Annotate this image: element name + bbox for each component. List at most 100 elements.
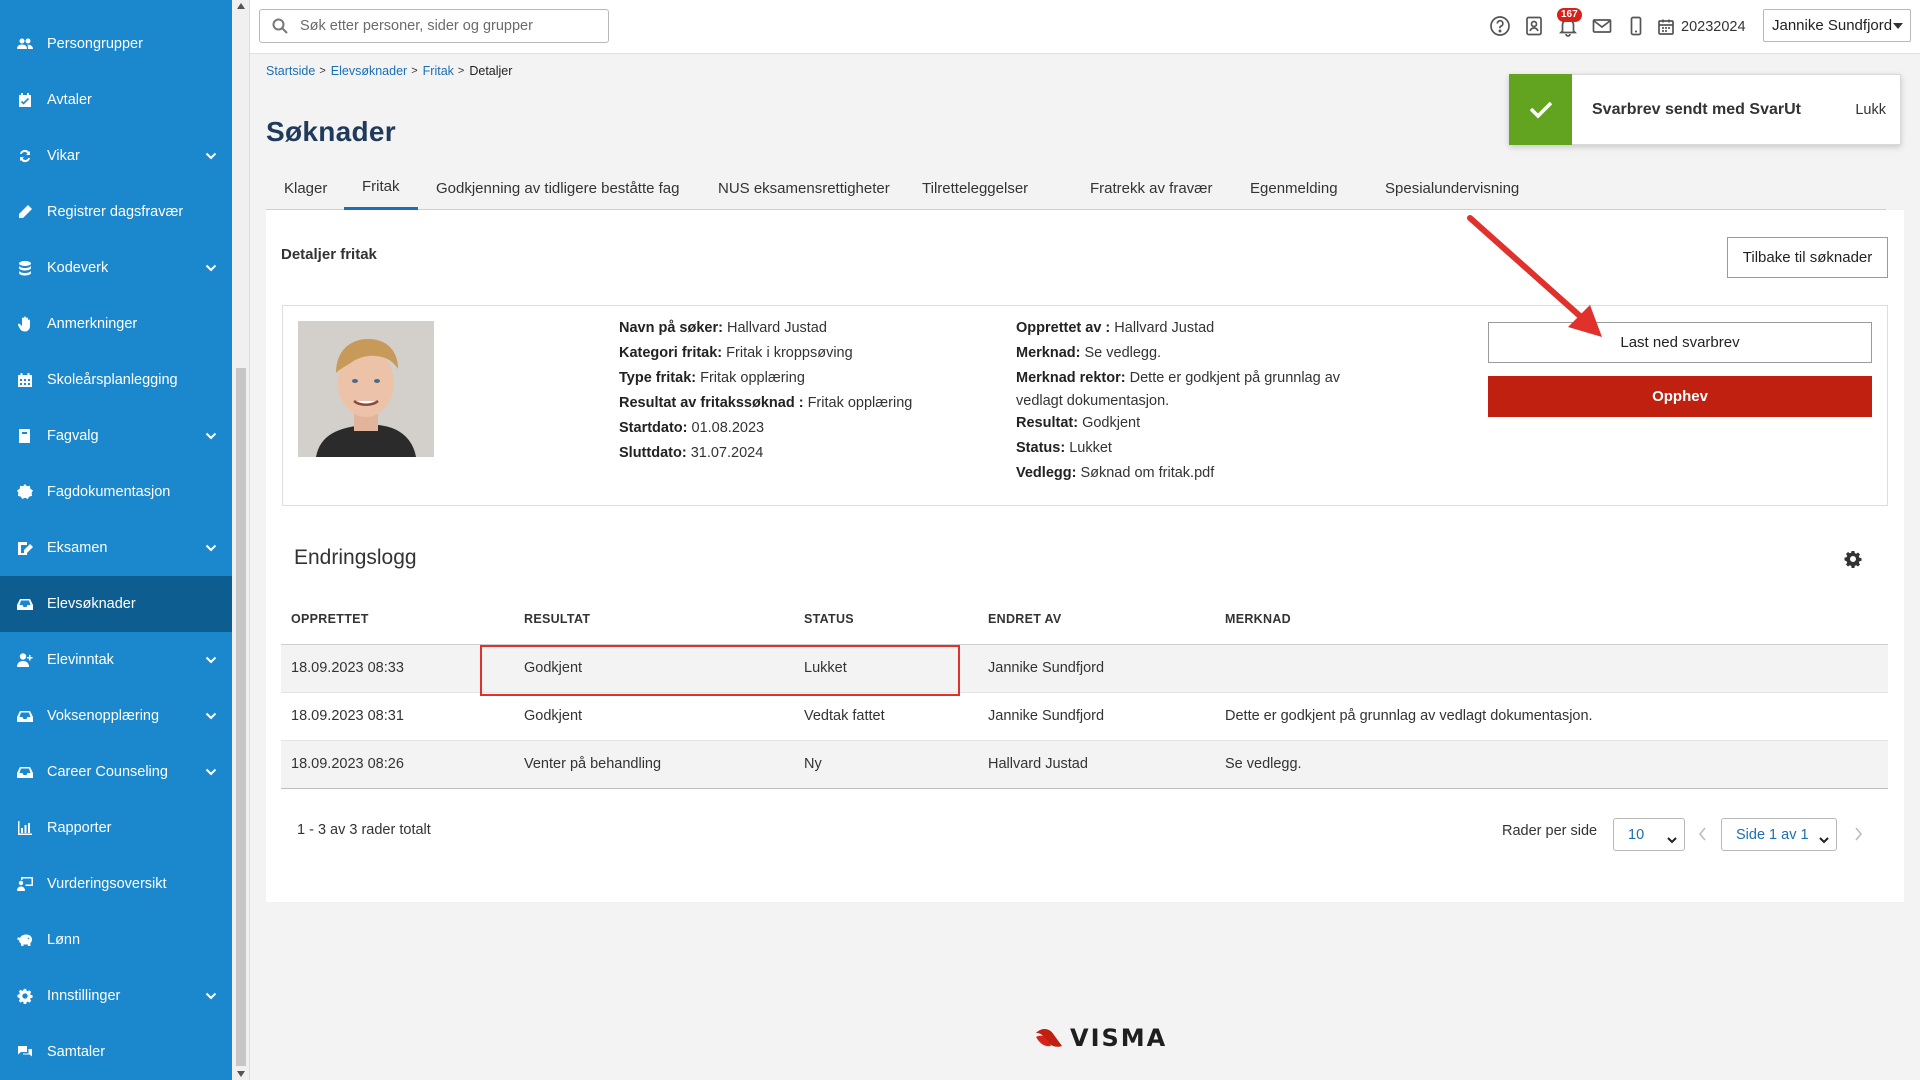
end-date-key: Sluttdato: — [619, 445, 687, 461]
result-key: Resultat: — [1016, 415, 1079, 431]
toast-message: Svarbrev sendt med SvarUt — [1592, 100, 1801, 118]
school-year-label: 20232024 — [1681, 19, 1746, 35]
tab-klager[interactable]: Klager — [266, 166, 345, 210]
col-note[interactable]: MERKNAD — [1215, 594, 1888, 645]
sidebar-item-fagdokumentasjon[interactable]: Fagdokumentasjon — [0, 464, 232, 520]
badge-icon — [16, 483, 34, 501]
chevron-down-icon[interactable] — [204, 261, 218, 275]
chevron-down-icon[interactable] — [204, 149, 218, 163]
sidebar-item-samtaler[interactable]: Samtaler — [0, 1024, 232, 1080]
col-status[interactable]: STATUS — [794, 594, 978, 645]
sidebar-item-label: Registrer dagsfravær — [47, 204, 184, 220]
search-input[interactable] — [300, 18, 590, 34]
chevron-down-icon[interactable] — [204, 429, 218, 443]
scroll-down-icon[interactable] — [237, 1071, 245, 1077]
sidebar-item-eksamen[interactable]: Eksamen — [0, 520, 232, 576]
toast-close-button[interactable]: Lukk — [1855, 102, 1886, 118]
sidebar-item-skoleårsplanlegging[interactable]: Skoleårsplanlegging — [0, 352, 232, 408]
sidebar-item-lønn[interactable]: Lønn — [0, 912, 232, 968]
sidebar-item-persongrupper[interactable]: Persongrupper — [0, 16, 232, 72]
help-icon[interactable] — [1488, 14, 1512, 38]
sidebar: Persongrupper Avtaler Vikar Registrer dagsf… — [0, 0, 232, 1080]
breadcrumb-link-fritak[interactable]: Fritak — [423, 64, 454, 78]
user-menu-button[interactable]: Jannike Sundfjord — [1763, 9, 1911, 42]
tab-egenmelding[interactable]: Egenmelding — [1232, 166, 1356, 210]
edit-doc-icon — [16, 539, 34, 557]
chevron-down-icon[interactable] — [204, 541, 218, 555]
chevron-down-icon[interactable] — [204, 989, 218, 1003]
start-date-value: 01.08.2023 — [691, 420, 765, 436]
sidebar-item-kodeverk[interactable]: Kodeverk — [0, 240, 232, 296]
sidebar-scrollbar[interactable] — [232, 0, 250, 1080]
sidebar-item-avtaler[interactable]: Avtaler — [0, 72, 232, 128]
chevron-down-icon[interactable] — [204, 709, 218, 723]
cell-status: Vedtak fattet — [794, 692, 978, 741]
sidebar-item-label: Vikar — [47, 148, 80, 164]
mail-icon[interactable] — [1590, 14, 1614, 38]
attachment-value[interactable]: Søknad om fritak.pdf — [1080, 465, 1214, 481]
book-icon — [16, 427, 34, 445]
back-to-applications-button[interactable]: Tilbake til søknader — [1727, 237, 1888, 278]
contact-card-icon[interactable] — [1522, 14, 1546, 38]
search-box[interactable] — [259, 9, 609, 43]
type-value: Fritak opplæring — [700, 370, 805, 386]
sidebar-item-label: Avtaler — [47, 92, 92, 108]
rows-per-page-select[interactable]: 10 — [1613, 818, 1685, 851]
col-result[interactable]: RESULTAT — [514, 594, 794, 645]
table-row[interactable]: 18.09.2023 08:26 Venter på behandling Ny… — [281, 740, 1888, 789]
tab-spesialundervisning[interactable]: Spesialundervisning — [1367, 166, 1537, 210]
sidebar-item-anmerkninger[interactable]: Anmerkninger — [0, 296, 232, 352]
note-key: Merknad: — [1016, 345, 1081, 361]
cell-created: 18.09.2023 08:26 — [281, 740, 514, 789]
status-key: Status: — [1016, 440, 1066, 456]
tab-nus-eksamensrettigheter[interactable]: NUS eksamensrettigheter — [700, 166, 908, 210]
applicant-name-key: Navn på søker: — [619, 320, 723, 336]
sidebar-item-fagvalg[interactable]: Fagvalg — [0, 408, 232, 464]
sidebar-item-label: Eksamen — [47, 540, 108, 556]
cell-result: Godkjent — [514, 692, 794, 741]
database-icon — [16, 259, 34, 277]
page-select[interactable]: Side 1 av 1 — [1721, 818, 1837, 851]
tab-godkjenning[interactable]: Godkjenning av tidligere beståtte fag — [418, 166, 698, 210]
sidebar-item-vurderingsoversikt[interactable]: Vurderingsoversikt — [0, 856, 232, 912]
tab-fritak[interactable]: Fritak — [344, 166, 418, 210]
notification-badge: 167 — [1557, 8, 1582, 22]
sidebar-item-innstillinger[interactable]: Innstillinger — [0, 968, 232, 1024]
sidebar-item-registrer-dagsfravær[interactable]: Registrer dagsfravær — [0, 184, 232, 240]
chevron-down-icon[interactable] — [204, 653, 218, 667]
calendar-grid-icon — [16, 371, 34, 389]
sidebar-item-label: Elevsøknader — [47, 596, 136, 612]
table-row[interactable]: 18.09.2023 08:31 Godkjent Vedtak fattet … — [281, 692, 1888, 741]
breadcrumb-link-elevsoknader[interactable]: Elevsøknader — [331, 64, 407, 78]
sidebar-item-rapporter[interactable]: Rapporter — [0, 800, 232, 856]
sidebar-item-career-counseling[interactable]: Career Counseling — [0, 744, 232, 800]
scroll-up-icon[interactable] — [237, 3, 245, 9]
tab-tilretteleggelser[interactable]: Tilretteleggelser — [904, 166, 1046, 210]
hand-icon — [16, 315, 34, 333]
mobile-icon[interactable] — [1624, 14, 1648, 38]
sidebar-item-label: Fagdokumentasjon — [47, 484, 171, 500]
applicant-name: Hallvard Justad — [727, 320, 827, 336]
sidebar-item-voksenopplæring[interactable]: Voksenopplæring — [0, 688, 232, 744]
breadcrumb-link-home[interactable]: Startside — [266, 64, 315, 78]
sidebar-item-elevinntak[interactable]: Elevinntak — [0, 632, 232, 688]
prev-page-icon[interactable] — [1698, 827, 1708, 841]
chevron-down-icon[interactable] — [204, 765, 218, 779]
school-year[interactable]: 20232024 — [1657, 0, 1746, 54]
start-date-key: Startdato: — [619, 420, 688, 436]
next-page-icon[interactable] — [1853, 827, 1863, 841]
inbox-icon — [16, 707, 34, 725]
chevron-right-icon: > — [411, 65, 418, 77]
col-changed-by[interactable]: ENDRET AV — [978, 594, 1215, 645]
sidebar-item-vikar[interactable]: Vikar — [0, 128, 232, 184]
scrollbar-thumb[interactable] — [236, 368, 246, 1066]
checkmark-icon — [1509, 73, 1572, 145]
col-created[interactable]: OPPRETTET — [281, 594, 514, 645]
sidebar-item-label: Fagvalg — [47, 428, 99, 444]
tab-fratrekk-av-fravaer[interactable]: Fratrekk av fravær — [1072, 166, 1231, 210]
gear-icon[interactable] — [1844, 550, 1862, 568]
sidebar-item-elevsøknader[interactable]: Elevsøknader — [0, 576, 232, 632]
revoke-button[interactable]: Opphev — [1488, 376, 1872, 417]
attachment-key: Vedlegg: — [1016, 465, 1077, 481]
visma-swoosh-icon — [1036, 1029, 1062, 1047]
